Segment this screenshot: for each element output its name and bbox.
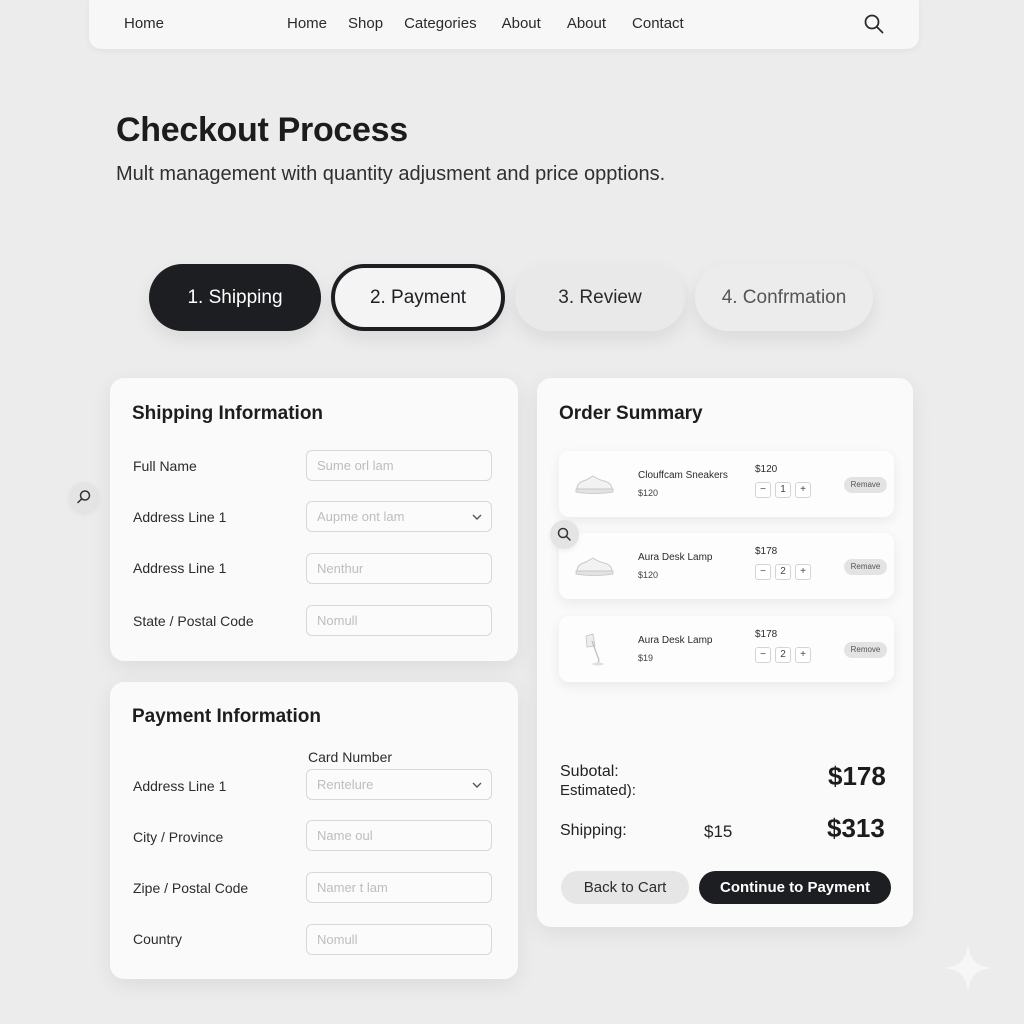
item-unit-price: $120 [638,488,659,498]
item-price: $178 [755,546,778,557]
address-line-1-label: Address Line 1 [133,509,227,525]
subtotal-label: Subotal: [560,763,619,780]
zip-postal-code-input[interactable]: Namer t lam [306,872,492,903]
country-input[interactable]: Nomull [306,924,492,955]
nav-links: Home Shop Categories About About Contact [287,15,684,32]
card-number-select[interactable]: Rentelure [306,769,492,800]
search-icon[interactable] [863,13,885,35]
item-name: Aura Desk Lamp [638,635,713,646]
quantity-increase-button[interactable]: + [795,647,811,663]
item-price: $178 [755,629,778,640]
item-unit-price: $120 [638,570,659,580]
chevron-down-icon [472,514,482,520]
payment-card-title: Payment Information [132,706,321,727]
remove-button[interactable]: Remave [844,559,887,575]
quantity-stepper: − 1 + [755,482,811,498]
card-number-placeholder: Rentelure [317,777,374,792]
nav-link-home[interactable]: Home [287,15,327,32]
order-summary-title: Order Summary [559,403,703,424]
top-navigation-bar: Home Home Shop Categories About About Co… [89,0,919,49]
item-unit-price: $19 [638,653,654,663]
floating-search-button[interactable] [69,482,99,512]
nav-home-link[interactable]: Home [124,15,164,32]
quantity-stepper: − 2 + [755,564,811,580]
step-confirmation[interactable]: 4. Confrmation [695,264,873,331]
order-item: Clouffcam Sneakers $120 $120 − 1 + Remav… [559,451,894,517]
state-postal-code-label: State / Postal Code [133,613,254,629]
sparkle-icon [944,944,992,992]
quantity-decrease-button[interactable]: − [755,482,771,498]
address-line-1-placeholder: Aupme ont lam [317,509,405,524]
remove-button[interactable]: Remave [844,477,887,493]
nav-link-about-2[interactable]: About [567,15,606,32]
sneaker-icon [575,475,614,494]
item-name: Aura Desk Lamp [638,552,713,563]
order-item: Aura Desk Lamp $19 $178 − 2 + Remove [559,616,894,682]
quantity-increase-button[interactable]: + [795,564,811,580]
sneaker-icon [575,557,614,576]
step-review[interactable]: 3. Review [515,264,685,331]
search-icon [77,490,91,504]
quantity-decrease-button[interactable]: − [755,564,771,580]
full-name-label: Full Name [133,458,197,474]
quantity-value[interactable]: 1 [775,482,791,498]
step-payment[interactable]: 2. Payment [331,264,505,331]
chevron-down-icon [472,782,482,788]
shipping-label: Shipping: [560,822,627,839]
subtotal-value: $178 [828,761,886,791]
back-to-cart-button[interactable]: Back to Cart [561,871,689,904]
search-icon [557,527,571,541]
page-title: Checkout Process [116,111,408,149]
quantity-value[interactable]: 2 [775,564,791,580]
continue-to-payment-button[interactable]: Continue to Payment [699,871,891,904]
full-name-input[interactable]: Sume orl lam [306,450,492,481]
address-line-2-input[interactable]: Nenthur [306,553,492,584]
nav-link-about[interactable]: About [502,15,541,32]
step-shipping[interactable]: 1. Shipping [149,264,321,331]
address-line-2-label: Address Line 1 [133,560,227,576]
nav-link-categories[interactable]: Categories [404,15,477,32]
item-name: Clouffcam Sneakers [638,470,728,481]
shipping-value: $15 [704,822,733,841]
state-postal-code-input[interactable]: Nomull [306,605,492,636]
floating-search-button[interactable] [550,520,579,549]
nav-link-contact[interactable]: Contact [632,15,684,32]
address-line-1-select[interactable]: Aupme ont lam [306,501,492,532]
shipping-card-title: Shipping Information [132,403,324,424]
city-province-label: City / Province [133,829,224,845]
page-subtitle: Mult management with quantity adjusment … [116,163,666,185]
zip-postal-code-label: Zipe / Postal Code [133,880,249,896]
shipping-information-card: Shipping Information Full Name Sume orl … [110,378,518,661]
total-value: $313 [827,813,885,843]
item-price: $120 [755,464,778,475]
estimated-label: Estimated): [560,782,636,799]
quantity-stepper: − 2 + [755,647,811,663]
nav-link-shop[interactable]: Shop [348,15,383,32]
payment-information-card: Payment Information Card Number Address … [110,682,518,979]
remove-button[interactable]: Remove [844,642,887,658]
quantity-value[interactable]: 2 [775,647,791,663]
quantity-increase-button[interactable]: + [795,482,811,498]
order-item: Aura Desk Lamp $120 $178 − 2 + Remave [559,533,894,599]
payment-address-label: Address Line 1 [133,778,227,794]
country-label: Country [133,931,183,947]
city-province-input[interactable]: Name oul [306,820,492,851]
lamp-icon [585,633,604,666]
card-number-label: Card Number [308,749,393,765]
quantity-decrease-button[interactable]: − [755,647,771,663]
